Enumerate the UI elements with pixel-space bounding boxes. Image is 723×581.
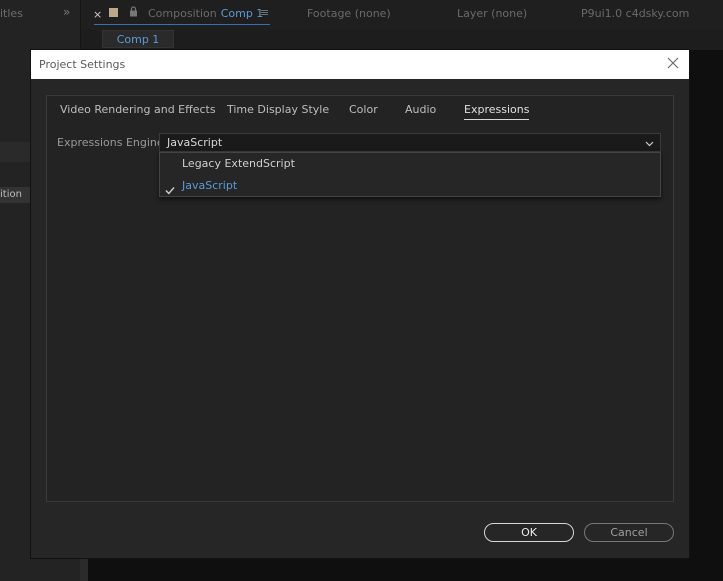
expressions-engine-dropdown: Legacy ExtendScript JavaScript — [159, 152, 661, 197]
comp-color-swatch — [109, 8, 118, 17]
panel-overflow-chevron-icon[interactable]: » — [63, 5, 70, 19]
dialog-title: Project Settings — [39, 58, 126, 71]
option-javascript[interactable]: JavaScript — [160, 175, 660, 196]
checkmark-icon — [165, 181, 175, 195]
watermark-text: P9ui1.0 c4dsky.com — [581, 7, 690, 20]
active-tab-underline — [94, 24, 270, 25]
tab-expressions[interactable]: Expressions — [464, 103, 530, 120]
settings-panel: Video Rendering and Effects Time Display… — [46, 95, 674, 502]
project-panel-title: itles — [0, 7, 23, 20]
cancel-button[interactable]: Cancel — [584, 523, 674, 542]
close-tab-icon[interactable]: × — [93, 8, 102, 21]
option-legacy-extendscript[interactable]: Legacy ExtendScript — [160, 153, 660, 174]
chevron-down-icon — [645, 138, 654, 147]
tab-time-display-style[interactable]: Time Display Style — [227, 103, 329, 119]
tab-layer[interactable]: Layer (none) — [457, 7, 527, 20]
tab-audio[interactable]: Audio — [405, 103, 436, 119]
expressions-engine-value: JavaScript — [167, 136, 223, 149]
tab-composition-name: Comp 1 — [220, 7, 264, 20]
dialog-titlebar[interactable]: Project Settings — [31, 50, 689, 79]
tab-menu-icon[interactable]: ≡ — [260, 6, 269, 19]
project-settings-dialog: Project Settings Video Rendering and Eff… — [31, 50, 689, 558]
option-label: JavaScript — [182, 179, 238, 192]
tab-composition-label: Composition — [148, 7, 217, 20]
ok-button[interactable]: OK — [484, 523, 574, 542]
tab-video-rendering[interactable]: Video Rendering and Effects — [60, 103, 216, 119]
expressions-engine-label: Expressions Engine: — [57, 136, 168, 149]
tab-footage[interactable]: Footage (none) — [307, 7, 391, 20]
lock-icon[interactable] — [129, 6, 138, 20]
expressions-engine-select[interactable]: JavaScript — [159, 133, 661, 152]
option-label: Legacy ExtendScript — [182, 157, 295, 170]
close-icon[interactable] — [665, 55, 681, 71]
viewer-tabs: × Composition Comp 1 ≡ Footage (none) Lay… — [88, 0, 723, 30]
tab-color[interactable]: Color — [349, 103, 378, 119]
tab-composition[interactable]: Composition Comp 1 — [148, 7, 263, 20]
comp-sub-tab[interactable]: Comp 1 — [102, 30, 174, 48]
